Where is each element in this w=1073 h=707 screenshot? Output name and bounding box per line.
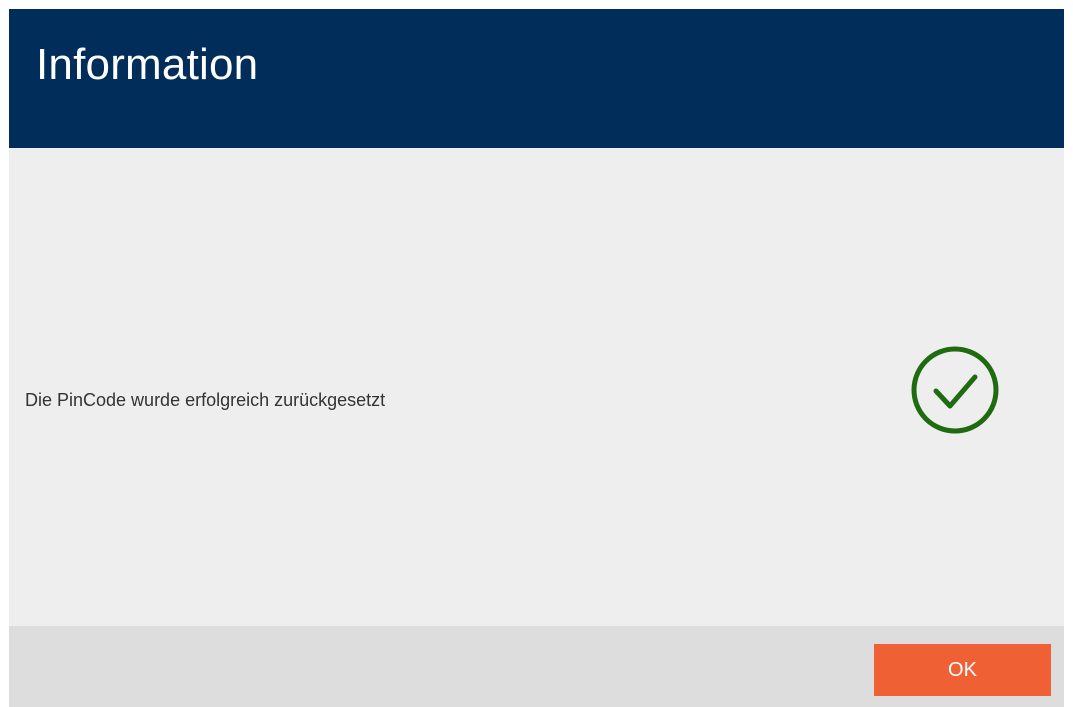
success-checkmark-icon [911, 346, 999, 434]
dialog-content: Die PinCode wurde erfolgreich zurückgese… [9, 148, 1064, 626]
status-message: Die PinCode wurde erfolgreich zurückgese… [25, 390, 386, 410]
dialog-footer: OK [9, 626, 1064, 707]
dialog-header: Information [9, 9, 1064, 148]
ok-button[interactable]: OK [874, 644, 1051, 696]
information-dialog: Information Die PinCode wurde erfolgreic… [9, 9, 1064, 707]
dialog-title: Information [36, 40, 259, 89]
